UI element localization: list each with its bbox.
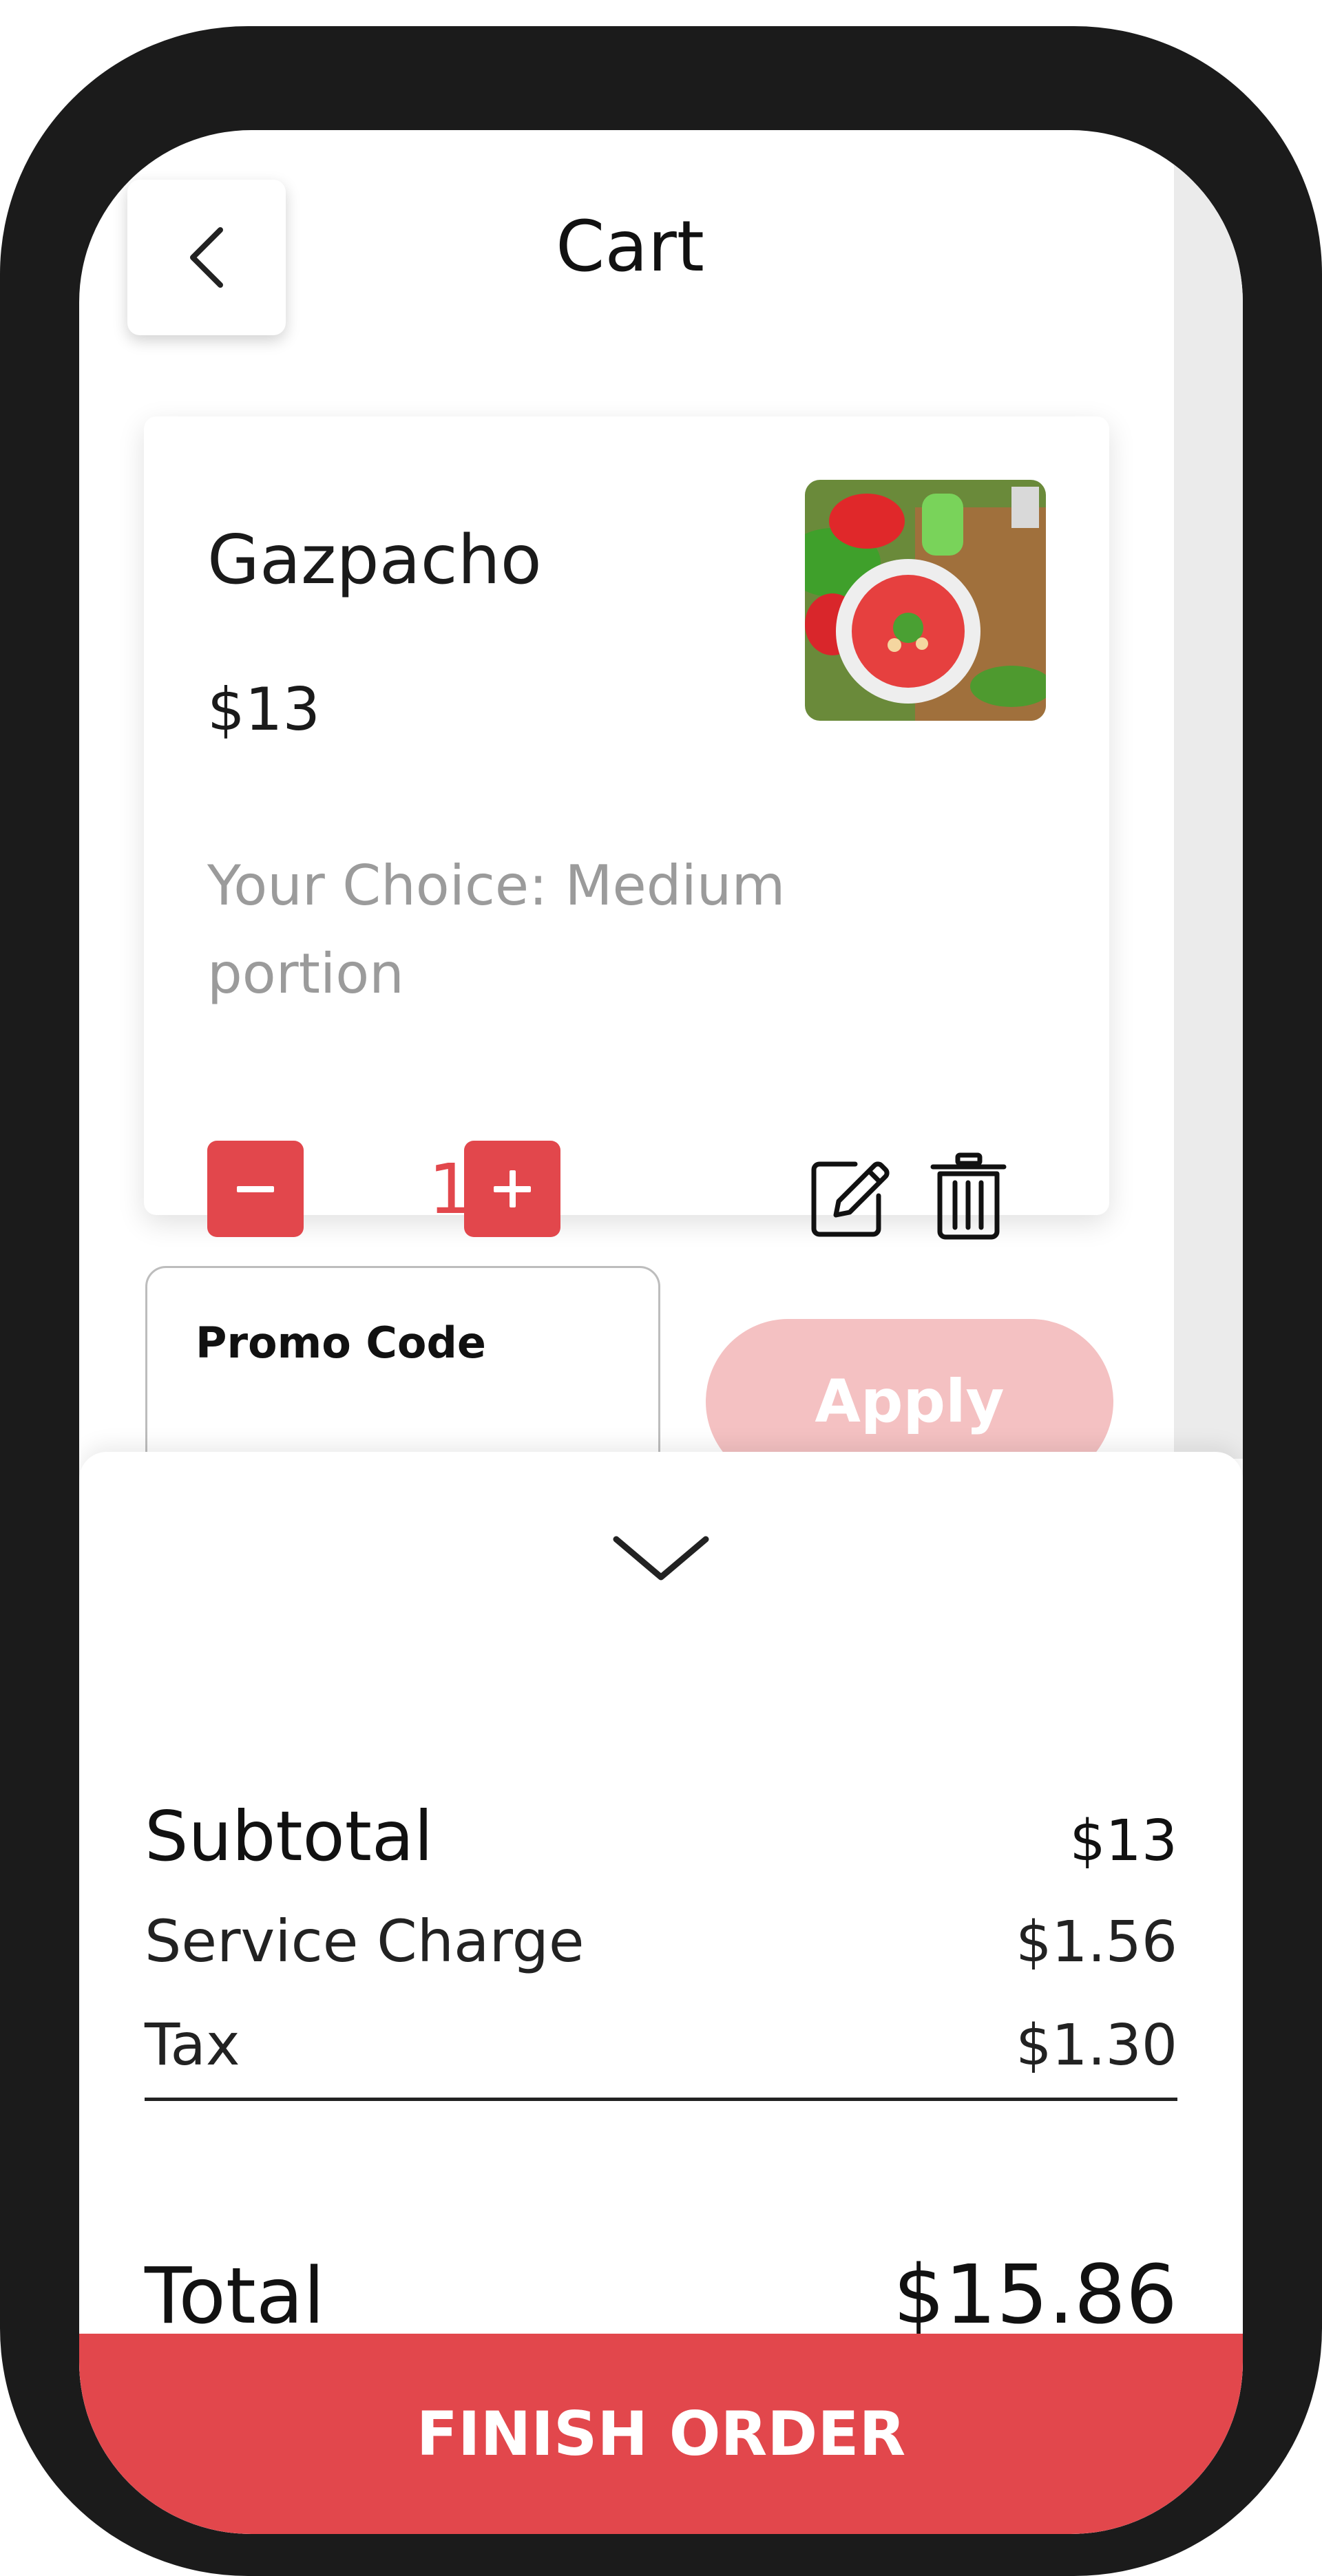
- item-name: Gazpacho: [207, 521, 542, 600]
- finish-order-button[interactable]: FINISH ORDER: [79, 2334, 1243, 2534]
- edit-icon: [811, 1161, 890, 1237]
- decrement-button[interactable]: [207, 1141, 304, 1237]
- item-image: [805, 480, 1046, 721]
- service-charge-value: $1.56: [1016, 1910, 1177, 1975]
- total-value: $15.86: [893, 2247, 1177, 2342]
- delete-button[interactable]: [929, 1152, 1008, 1244]
- edit-button[interactable]: [807, 1154, 893, 1243]
- tax-label: Tax: [145, 2011, 240, 2078]
- cart-item-card: Gazpacho $13 Your Choice: Medium portion: [144, 416, 1109, 1240]
- promo-code-label: Promo Code: [196, 1318, 486, 1368]
- tax-row: Tax $1.30: [145, 2011, 1177, 2078]
- phone-frame: Cart Gazpacho $13 Your Choice: Medium po…: [0, 26, 1322, 2576]
- trash-icon: [930, 1152, 1007, 1240]
- total-label: Total: [145, 2252, 325, 2341]
- subtotal-row: Subtotal $13: [145, 1796, 1177, 1877]
- scrollbar[interactable]: [1174, 130, 1243, 1459]
- total-row: Total $15.86: [145, 2247, 1177, 2342]
- service-charge-row: Service Charge $1.56: [145, 1908, 1177, 1975]
- phone-screen: Cart Gazpacho $13 Your Choice: Medium po…: [79, 130, 1243, 2534]
- plus-icon: [494, 1170, 531, 1207]
- page-title: Cart: [556, 206, 704, 288]
- increment-button[interactable]: [464, 1141, 560, 1237]
- summary-divider: [145, 2098, 1177, 2101]
- service-charge-label: Service Charge: [145, 1908, 585, 1975]
- item-price: $13: [207, 675, 321, 744]
- minus-icon: [237, 1186, 274, 1192]
- subtotal-value: $13: [1069, 1808, 1177, 1874]
- tax-value: $1.30: [1016, 2013, 1177, 2078]
- item-choice: Your Choice: Medium portion: [207, 854, 786, 1006]
- chevron-down-icon: [613, 1536, 709, 1581]
- subtotal-label: Subtotal: [145, 1796, 433, 1877]
- collapse-sheet-button[interactable]: [602, 1522, 720, 1591]
